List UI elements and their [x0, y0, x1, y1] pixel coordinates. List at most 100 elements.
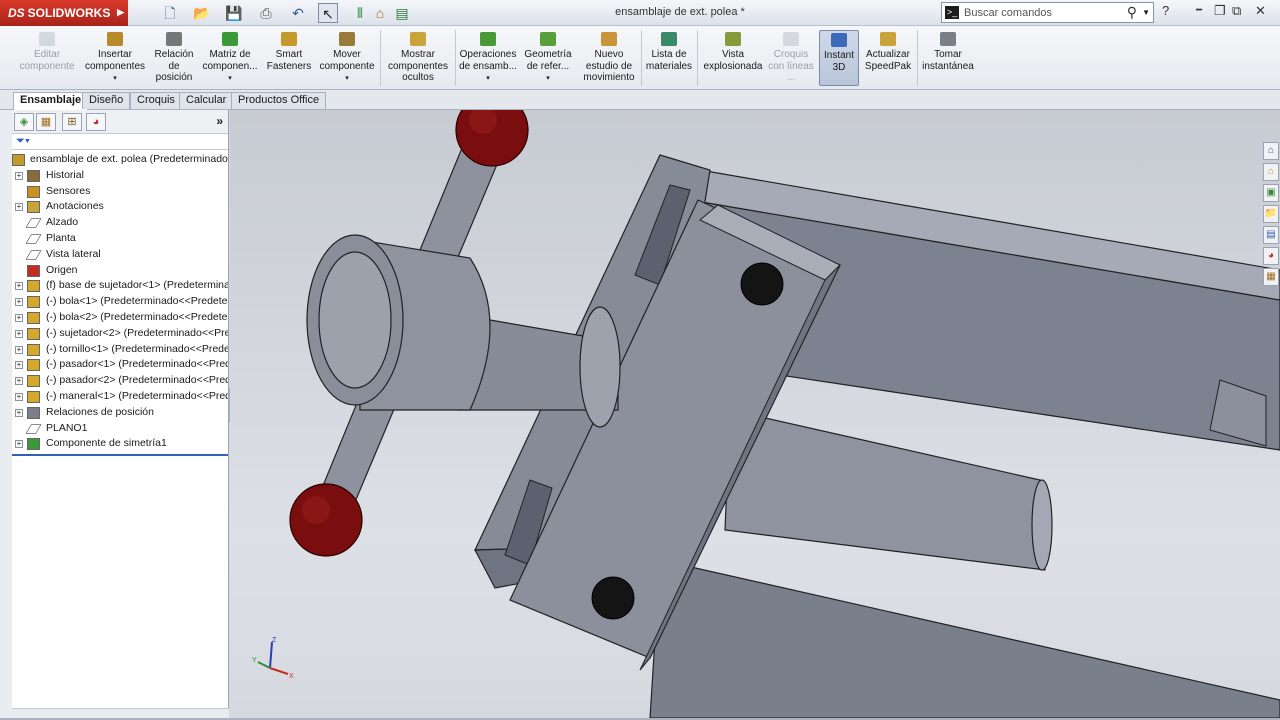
instant-3d-button[interactable]: Instant 3D: [819, 30, 859, 86]
file-properties-icon[interactable]: ⌂: [370, 3, 390, 23]
command-search-input[interactable]: >_ Buscar comandos ⚲ ▼: [941, 2, 1154, 23]
tree-item[interactable]: Alzado: [12, 215, 228, 231]
expand-icon[interactable]: +: [15, 440, 23, 449]
actualizar-speedpak-button[interactable]: Actualizar SpeedPak: [862, 30, 914, 72]
select-pointer-icon[interactable]: ↖: [318, 3, 338, 23]
lista-materiales-button[interactable]: Lista de materiales: [644, 30, 694, 72]
hub-face-inner[interactable]: [318, 251, 392, 389]
lower-arm-part[interactable]: [649, 559, 1280, 718]
tab-croquis[interactable]: Croquis: [130, 92, 182, 109]
tree-item[interactable]: PLANO1: [12, 421, 228, 437]
expand-icon[interactable]: +: [15, 203, 23, 212]
editar-componente-button[interactable]: Editar componente: [16, 30, 78, 72]
undo-icon[interactable]: ↶: [288, 3, 308, 23]
expand-icon[interactable]: +: [15, 392, 23, 401]
tomar-instantanea-button[interactable]: Tomar instantánea: [920, 30, 976, 72]
insertar-componentes-button[interactable]: Insertar componentes ▾: [82, 30, 148, 85]
tree-item[interactable]: + (-) maneral<1> (Predeterminado<<Predeb: [12, 389, 228, 405]
tree-item[interactable]: + (-) tornillo<1> (Predeterminado<<Predet…: [12, 342, 228, 358]
hub-shaft-end[interactable]: [579, 306, 621, 428]
tab-ensamblaje[interactable]: Ensamblaje: [13, 92, 89, 110]
expand-icon[interactable]: +: [15, 408, 23, 417]
search-icon[interactable]: ⚲: [1127, 4, 1137, 21]
restore-down-icon[interactable]: ⧉: [1232, 3, 1241, 19]
tree-filter[interactable]: ⏷▾: [12, 134, 228, 150]
expand-icon[interactable]: +: [15, 345, 23, 354]
file-explorer-icon[interactable]: 📁: [1263, 205, 1279, 223]
design-library-icon[interactable]: ⌂: [1263, 163, 1279, 181]
tree-item[interactable]: + Anotaciones: [12, 199, 228, 215]
tree-item[interactable]: Sensores: [12, 184, 228, 200]
matriz-componentes-button[interactable]: Matriz de componen... ▾: [200, 30, 260, 85]
expand-icon[interactable]: +: [15, 329, 23, 338]
open-folder-icon[interactable]: 📂: [192, 3, 212, 23]
chevron-down-icon[interactable]: ▾: [318, 73, 376, 85]
tree-item[interactable]: Planta: [12, 231, 228, 247]
view-palette-icon[interactable]: ▤: [1263, 226, 1279, 244]
operaciones-ensamblaje-button[interactable]: Operaciones de ensamb... ▾: [458, 30, 518, 85]
tree-item[interactable]: + (f) base de sujetador<1> (Predeterminad…: [12, 278, 228, 294]
expand-icon[interactable]: +: [15, 313, 23, 322]
custom-properties-icon[interactable]: ▦: [1263, 268, 1279, 286]
ball-lower-part[interactable]: [289, 483, 363, 557]
solidworks-logo[interactable]: DS SOLIDWORKS ▶: [0, 0, 128, 26]
tree-item[interactable]: + Componente de simetría1: [12, 436, 228, 452]
configuration-manager-tab-icon[interactable]: ⊞: [62, 113, 82, 131]
restore-window-icon[interactable]: ❐: [1214, 3, 1226, 19]
rebuild-traffic-light-icon[interactable]: ⦀: [350, 3, 370, 23]
tree-item[interactable]: + Relaciones de posición: [12, 405, 228, 421]
assembly-model[interactable]: [230, 110, 1280, 718]
croquis-lineas-button[interactable]: Croquis con líneas ...: [768, 30, 814, 84]
screw-end-face[interactable]: [1031, 479, 1053, 571]
smart-fasteners-button[interactable]: Smart Fasteners: [264, 30, 314, 72]
graphics-viewport[interactable]: ⊕ ⊙ ↶ ◧ ⬚ ▣ 👁 ◕ ⚙ ▤ ◫ ◫ ▁ ❐ ✕ ⌂ ⌂ ▣ 📁 ▤ …: [230, 110, 1280, 718]
chevron-down-icon[interactable]: ▾: [458, 73, 518, 85]
screw-cylinder[interactable]: [724, 409, 1046, 571]
expand-icon[interactable]: +: [15, 361, 23, 370]
tree-item[interactable]: Origen: [12, 263, 228, 279]
tree-item[interactable]: ensamblaje de ext. polea (Predeterminado…: [12, 152, 228, 168]
expand-icon[interactable]: +: [15, 377, 23, 386]
mostrar-ocultos-button[interactable]: Mostrar componentes ocultos: [384, 30, 452, 84]
save-icon[interactable]: 💾: [224, 3, 244, 23]
close-window-icon[interactable]: ✕: [1255, 3, 1266, 19]
tab-diseno[interactable]: Diseño: [82, 92, 131, 109]
tree-item[interactable]: + Historial: [12, 168, 228, 184]
solidworks-resources-icon[interactable]: ⌂: [1263, 142, 1279, 160]
relacion-posicion-button[interactable]: Relación de posición: [150, 30, 198, 84]
toolbox-icon[interactable]: ▣: [1263, 184, 1279, 202]
new-document-icon[interactable]: 🗋: [160, 3, 180, 23]
help-icon[interactable]: ?: [1162, 3, 1169, 18]
expand-icon[interactable]: +: [15, 282, 23, 291]
tree-item[interactable]: + (-) sujetador<2> (Predeterminado<<Prede: [12, 326, 228, 342]
panel-more-icon[interactable]: »: [216, 114, 223, 128]
tree-item[interactable]: + (-) bola<2> (Predeterminado<<Predetermi: [12, 310, 228, 326]
filter-icon[interactable]: ⏷▾: [16, 135, 30, 148]
tree-item[interactable]: + (-) pasador<1> (Predeterminado<<Predet: [12, 357, 228, 373]
menu-expand-icon[interactable]: ▶: [117, 7, 124, 18]
appearances-icon[interactable]: ◕: [1263, 247, 1279, 265]
tree-item[interactable]: Vista lateral: [12, 247, 228, 263]
vista-explosionada-button[interactable]: Vista explosionada: [700, 30, 766, 72]
minimize-window-icon[interactable]: ━: [1196, 5, 1202, 16]
print-icon[interactable]: ⎙: [256, 3, 276, 23]
pin-hole-upper[interactable]: [740, 262, 784, 306]
chevron-down-icon[interactable]: ▾: [200, 73, 260, 85]
pin-hole-lower[interactable]: [591, 576, 635, 620]
chevron-down-icon[interactable]: ▾: [82, 73, 148, 85]
tab-calcular[interactable]: Calcular: [179, 92, 234, 109]
chevron-down-icon[interactable]: ▼: [1142, 8, 1150, 17]
tree-rollback-bar[interactable]: [12, 454, 228, 457]
tree-item[interactable]: + (-) pasador<2> (Predeterminado<<Predet: [12, 373, 228, 389]
property-manager-tab-icon[interactable]: ▦: [36, 113, 56, 131]
expand-icon[interactable]: +: [15, 171, 23, 180]
geometria-referencia-button[interactable]: Geometría de refer... ▾: [522, 30, 574, 85]
panel-horizontal-scrollbar[interactable]: [12, 708, 229, 718]
chevron-down-icon[interactable]: ▾: [522, 73, 574, 85]
expand-icon[interactable]: +: [15, 298, 23, 307]
mover-componente-button[interactable]: Mover componente ▾: [318, 30, 376, 85]
tab-productos-office[interactable]: Productos Office: [231, 92, 327, 109]
display-manager-tab-icon[interactable]: ◕: [86, 113, 106, 131]
options-icon[interactable]: ▤: [392, 3, 412, 23]
nuevo-estudio-movimiento-button[interactable]: Nuevo estudio de movimiento: [580, 30, 638, 84]
